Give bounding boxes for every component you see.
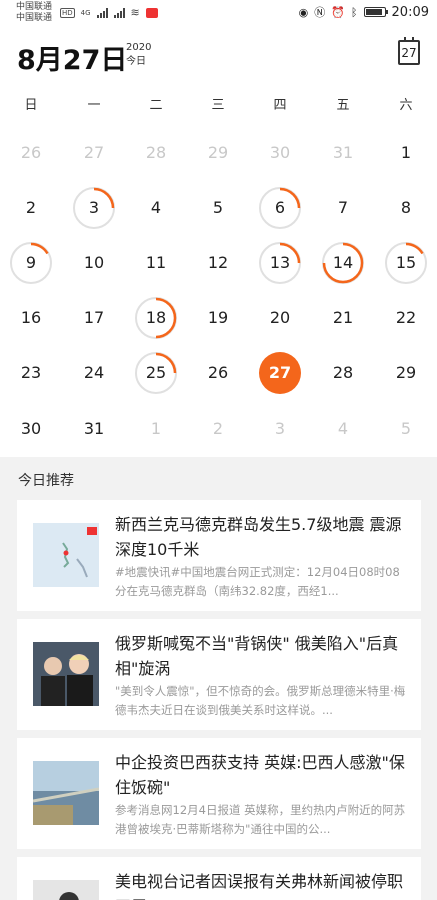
news-card[interactable]: 美电视台记者因误报有关弗林新闻被停职四周 (17, 857, 421, 900)
progress-arc (322, 242, 364, 284)
weekday-thu: 四 (273, 98, 287, 113)
day-cell-progress[interactable]: 6 (259, 187, 301, 229)
day-cell[interactable]: 24 (73, 352, 115, 394)
day-cell[interactable]: 16 (10, 297, 52, 339)
weekday-wed: 三 (211, 98, 225, 113)
day-cell[interactable]: 28 (322, 352, 364, 394)
news-thumbnail-map (33, 523, 99, 587)
today-label: 今日 (126, 56, 146, 67)
day-cell[interactable]: 29 (197, 132, 239, 174)
weekday-header: 日 一 二 三 四 五 六 (0, 94, 437, 113)
year-block: 2020 今日 (126, 41, 151, 69)
news-thumbnail-port (32, 761, 100, 825)
day-cell[interactable]: 22 (385, 297, 427, 339)
day-cell-progress[interactable]: 9 (10, 242, 52, 284)
day-cell[interactable]: 11 (135, 242, 177, 284)
day-cell-today[interactable]: 27 (259, 352, 301, 394)
day-cell[interactable]: 26 (197, 352, 239, 394)
day-cell[interactable]: 2 (197, 408, 239, 450)
progress-arc (279, 187, 301, 209)
recommendations-title: 今日推荐 (18, 473, 74, 489)
day-cell[interactable]: 28 (135, 132, 177, 174)
carrier-2: 中国联通 (16, 13, 53, 23)
signal-icon (96, 7, 108, 18)
status-bar: 中国联通 中国联通 HD 4G ≋ ◉ Ⓝ ⏰ ᛒ 20:09 (0, 0, 437, 28)
day-cell[interactable]: 30 (10, 408, 52, 450)
news-card[interactable]: 俄罗斯喊冤不当"背锅侠" 俄美陷入"后真相"旋涡 "美到令人震惊"，但不惊奇的会… (17, 619, 421, 730)
news-headline: 俄罗斯喊冤不当"背锅侠" 俄美陷入"后真相"旋涡 (115, 634, 399, 678)
day-cell[interactable]: 17 (73, 297, 115, 339)
carrier-1: 中国联通 (16, 2, 53, 12)
news-headline: 美电视台记者因误报有关弗林新闻被停职四周 (115, 872, 404, 900)
bluetooth-icon: ᛒ (350, 5, 358, 19)
weekday-fri: 五 (336, 98, 350, 113)
carrier-info: 中国联通 中国联通 (16, 2, 52, 24)
day-cell[interactable]: 31 (322, 132, 364, 174)
day-cell[interactable]: 2 (10, 187, 52, 229)
day-cell[interactable]: 30 (259, 132, 301, 174)
day-cell[interactable]: 10 (73, 242, 115, 284)
notification-app-icon (145, 7, 158, 18)
alarm-icon: ⏰ (331, 5, 345, 19)
news-headline: 中企投资巴西获支持 英媒:巴西人感激"保住饭碗" (115, 753, 405, 797)
network-icons: HD 4G ≋ (60, 6, 158, 19)
day-cell[interactable]: 5 (385, 408, 427, 450)
day-cell-progress[interactable]: 3 (73, 187, 115, 229)
progress-arc (155, 352, 177, 374)
signal-icon-2 (113, 7, 125, 18)
news-card[interactable]: 新西兰克马德克群岛发生5.7级地震 震源深度10千米 #地震快讯#中国地震台网正… (17, 500, 421, 611)
current-date-title: 8月27日 (17, 45, 128, 76)
news-summary: "美到令人震惊"，但不惊奇的会。俄罗斯总理德米特里·梅德韦杰夫近日在谈到俄美关系… (115, 684, 406, 717)
hd-icon: HD (60, 7, 75, 18)
nfc-icon: Ⓝ (314, 6, 326, 19)
wifi-icon: ≋ (130, 6, 140, 19)
eye-icon: ◉ (298, 5, 309, 19)
calendar-today-icon[interactable]: 27 (398, 37, 420, 65)
day-cell[interactable]: 1 (385, 132, 427, 174)
progress-arc (93, 187, 115, 209)
progress-arc (30, 242, 49, 255)
day-cell[interactable]: 4 (135, 187, 177, 229)
weekday-sun: 日 (24, 98, 38, 113)
day-cell[interactable]: 26 (10, 132, 52, 174)
day-cell[interactable]: 20 (259, 297, 301, 339)
day-cell-progress[interactable]: 14 (322, 242, 364, 284)
day-cell[interactable]: 4 (322, 408, 364, 450)
day-cell[interactable]: 31 (73, 408, 115, 450)
status-right: ◉ Ⓝ ⏰ ᛒ 20:09 (299, 4, 429, 20)
day-cell-progress[interactable]: 15 (385, 242, 427, 284)
day-cell[interactable]: 1 (135, 408, 177, 450)
weekday-tue: 二 (149, 98, 163, 113)
news-summary: #地震快讯#中国地震台网正式测定：12月04日08时08分在克马德克群岛（南纬3… (115, 565, 400, 598)
day-cell-progress[interactable]: 25 (135, 352, 177, 394)
day-cell[interactable]: 5 (197, 187, 239, 229)
progress-arc (405, 242, 424, 255)
day-cell[interactable]: 21 (322, 297, 364, 339)
year-label: 2020 (126, 42, 152, 53)
news-summary: 参考消息网12月4日报道 英媒称，里约热内卢附近的阿苏港曾被埃克·巴蒂斯塔称为"… (115, 803, 406, 836)
day-cell[interactable]: 19 (197, 297, 239, 339)
news-card[interactable]: 中企投资巴西获支持 英媒:巴西人感激"保住饭碗" 参考消息网12月4日报道 英媒… (17, 738, 421, 849)
day-cell[interactable]: 27 (73, 132, 115, 174)
day-cell[interactable]: 7 (322, 187, 364, 229)
day-cell[interactable]: 8 (385, 187, 427, 229)
weekday-mon: 一 (87, 98, 101, 113)
day-cell[interactable]: 12 (197, 242, 239, 284)
day-cell-progress[interactable]: 13 (259, 242, 301, 284)
news-thumbnail-people (33, 642, 99, 706)
battery-icon (363, 7, 388, 17)
progress-arc (279, 242, 301, 264)
weekday-sat: 六 (399, 98, 413, 113)
day-cell-progress[interactable]: 18 (135, 297, 177, 339)
calendar-icon-day: 27 (401, 46, 417, 60)
network-type: 4G (80, 8, 91, 17)
news-thumbnail-person (33, 880, 99, 900)
progress-arc (155, 297, 177, 339)
clock: 20:09 (391, 4, 429, 20)
day-cell[interactable]: 29 (385, 352, 427, 394)
day-cell[interactable]: 23 (10, 352, 52, 394)
day-cell[interactable]: 3 (259, 408, 301, 450)
news-headline: 新西兰克马德克群岛发生5.7级地震 震源深度10千米 (115, 515, 402, 559)
